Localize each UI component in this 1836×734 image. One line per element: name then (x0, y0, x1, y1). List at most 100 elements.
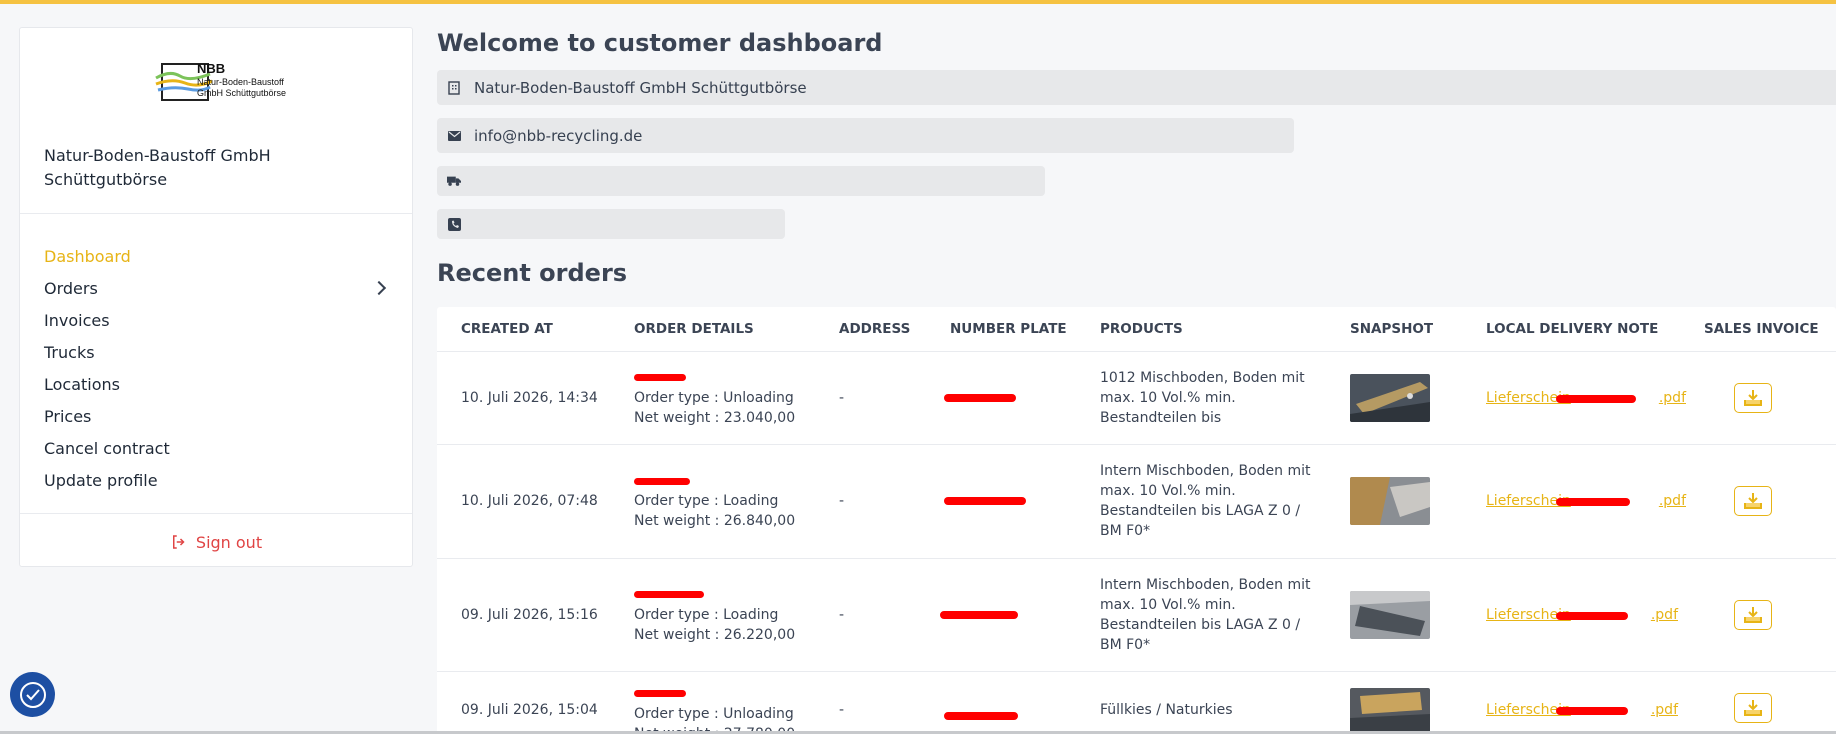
truck-icon (447, 175, 461, 187)
table-row[interactable]: 09. Juli 2026, 15:04 Order type : Unload… (437, 671, 1836, 734)
redacted-order-number (634, 591, 704, 598)
delivery-note-cell: Lieferschein .pdf (1462, 671, 1680, 734)
snapshot-thumbnail[interactable] (1350, 687, 1430, 734)
orders-table: CREATED AT ORDER DETAILS ADDRESS NUMBER … (437, 307, 1836, 734)
nav-item-update-profile[interactable]: Update profile (20, 464, 412, 496)
company-name: Natur-Boden-Baustoff GmbH Schüttgutbörse (44, 146, 271, 189)
products-cell: Intern Mischboden, Boden mit max. 10 Vol… (1076, 444, 1326, 559)
products-cell: 1012 Mischboden, Boden mit max. 10 Vol.%… (1076, 351, 1326, 445)
nav-item-cancel-contract[interactable]: Cancel contract (20, 432, 412, 464)
snapshot-thumbnail[interactable] (1350, 373, 1430, 422)
address-cell: - (815, 671, 926, 734)
sales-invoice-cell (1680, 444, 1836, 559)
column-header[interactable]: LOCAL DELIVERY NOTE (1462, 307, 1680, 352)
snapshot-cell[interactable] (1326, 351, 1462, 445)
table-row[interactable]: 10. Juli 2026, 07:48 Order type : Loadin… (437, 444, 1836, 559)
page-title: Welcome to customer dashboard (437, 29, 883, 57)
sales-invoice-cell (1680, 351, 1836, 445)
column-header[interactable]: ORDER DETAILS (610, 307, 815, 352)
delivery-note-cell: Lieferschein .pdf (1462, 558, 1680, 672)
delivery-note-cell: Lieferschein .pdf (1462, 444, 1686, 559)
building-icon (447, 80, 461, 95)
table-row[interactable]: 09. Juli 2026, 15:16 Order type : Loadin… (437, 558, 1836, 672)
download-invoice-button[interactable] (1734, 599, 1772, 630)
nav-item-prices[interactable]: Prices (20, 400, 412, 432)
column-header[interactable]: NUMBER PLATE (926, 307, 1076, 352)
nav-item-locations[interactable]: Locations (20, 368, 412, 400)
column-header[interactable]: ADDRESS (815, 307, 926, 352)
number-plate-cell (926, 351, 1076, 445)
sign-out-icon (172, 535, 185, 549)
nav-item-dashboard[interactable]: Dashboard (20, 240, 412, 272)
download-invoice-button[interactable] (1734, 692, 1772, 723)
sales-invoice-cell (1680, 558, 1836, 672)
company-field: Natur-Boden-Baustoff GmbH Schüttgutbörse (437, 70, 1836, 105)
redacted-number-plate (944, 711, 1018, 720)
logo-subtitle: Natur-Boden-Baustoff GmbH Schüttgutbörse (197, 77, 287, 98)
nav-item-orders[interactable]: Orders (20, 272, 412, 304)
redacted-order-number (634, 477, 690, 485)
truck-field (437, 166, 1045, 196)
redacted-note-id (1556, 394, 1636, 403)
address-cell: - (815, 558, 926, 672)
redacted-note-id (1556, 706, 1628, 715)
download-icon (1744, 699, 1762, 716)
accessibility-button[interactable] (10, 672, 55, 717)
number-plate-cell (926, 671, 1076, 734)
sales-invoice-cell (1680, 671, 1836, 734)
recent-orders-title: Recent orders (437, 259, 628, 287)
number-plate-cell (926, 558, 1076, 672)
download-invoice-button[interactable] (1734, 486, 1772, 516)
address-cell: - (815, 444, 926, 559)
main-content: Welcome to customer dashboard Natur-Bode… (437, 22, 1836, 734)
sign-out-button[interactable]: Sign out (20, 514, 412, 570)
table-row[interactable]: 10. Juli 2026, 14:34 Order type : Unload… (437, 351, 1836, 445)
created-at-cell: 10. Juli 2026, 07:48 (437, 444, 610, 559)
delivery-note-link[interactable]: Lieferschein .pdf (1486, 607, 1678, 623)
chevron-right-icon (371, 280, 387, 296)
accessibility-icon (19, 681, 46, 708)
download-icon (1744, 389, 1762, 406)
snapshot-thumbnail[interactable] (1350, 590, 1430, 639)
delivery-note-link[interactable]: Lieferschein .pdf (1486, 702, 1678, 718)
sidebar-nav: Dashboard Orders Invoices Trucks Locatio… (20, 214, 412, 514)
column-header[interactable]: PRODUCTS (1076, 307, 1326, 352)
delivery-note-link[interactable]: Lieferschein .pdf (1486, 493, 1686, 509)
redacted-number-plate (944, 393, 1016, 402)
column-header[interactable]: SALES INVOICE (1680, 307, 1836, 352)
address-cell: - (815, 351, 926, 445)
delivery-note-cell: Lieferschein .pdf (1462, 351, 1686, 445)
snapshot-cell[interactable] (1326, 671, 1462, 734)
download-invoice-button[interactable] (1734, 382, 1772, 413)
snapshot-thumbnail[interactable] (1350, 477, 1430, 525)
logo-title: NBB (197, 61, 226, 76)
number-plate-cell (926, 444, 1076, 559)
column-header[interactable]: SNAPSHOT (1326, 307, 1462, 352)
redacted-order-number (634, 690, 686, 697)
nav-item-trucks[interactable]: Trucks (20, 336, 412, 368)
phone-field (437, 209, 785, 239)
nav-item-invoices[interactable]: Invoices (20, 304, 412, 336)
brand-block: NBB Natur-Boden-Baustoff GmbH Schüttgutb… (20, 28, 412, 214)
download-icon (1744, 493, 1762, 509)
redacted-number-plate (940, 610, 1018, 619)
table-header-row: CREATED AT ORDER DETAILS ADDRESS NUMBER … (437, 307, 1836, 352)
order-details-cell: Order type : Loading Net weight : 26.220… (610, 558, 815, 672)
sidebar: NBB Natur-Boden-Baustoff GmbH Schüttgutb… (19, 27, 413, 567)
redacted-note-id (1556, 498, 1630, 506)
redacted-note-id (1556, 611, 1628, 620)
email-field: info@nbb-recycling.de (437, 118, 1294, 153)
snapshot-cell[interactable] (1326, 444, 1462, 559)
products-cell: Füllkies / Naturkies (1076, 671, 1326, 734)
snapshot-cell[interactable] (1326, 558, 1462, 672)
download-icon (1744, 606, 1762, 623)
created-at-cell: 10. Juli 2026, 14:34 (437, 351, 610, 445)
column-header[interactable]: CREATED AT (437, 307, 610, 352)
order-details-cell: Order type : Unloading Net weight : 23.0… (610, 351, 815, 445)
envelope-icon (447, 130, 461, 141)
products-cell: Intern Mischboden, Boden mit max. 10 Vol… (1076, 558, 1326, 672)
order-details-cell: Order type : Unloading Net weight : 27.7… (610, 671, 815, 734)
delivery-note-link[interactable]: Lieferschein .pdf (1486, 390, 1686, 406)
top-accent-bar (0, 0, 1836, 4)
order-details-cell: Order type : Loading Net weight : 26.840… (610, 444, 815, 559)
